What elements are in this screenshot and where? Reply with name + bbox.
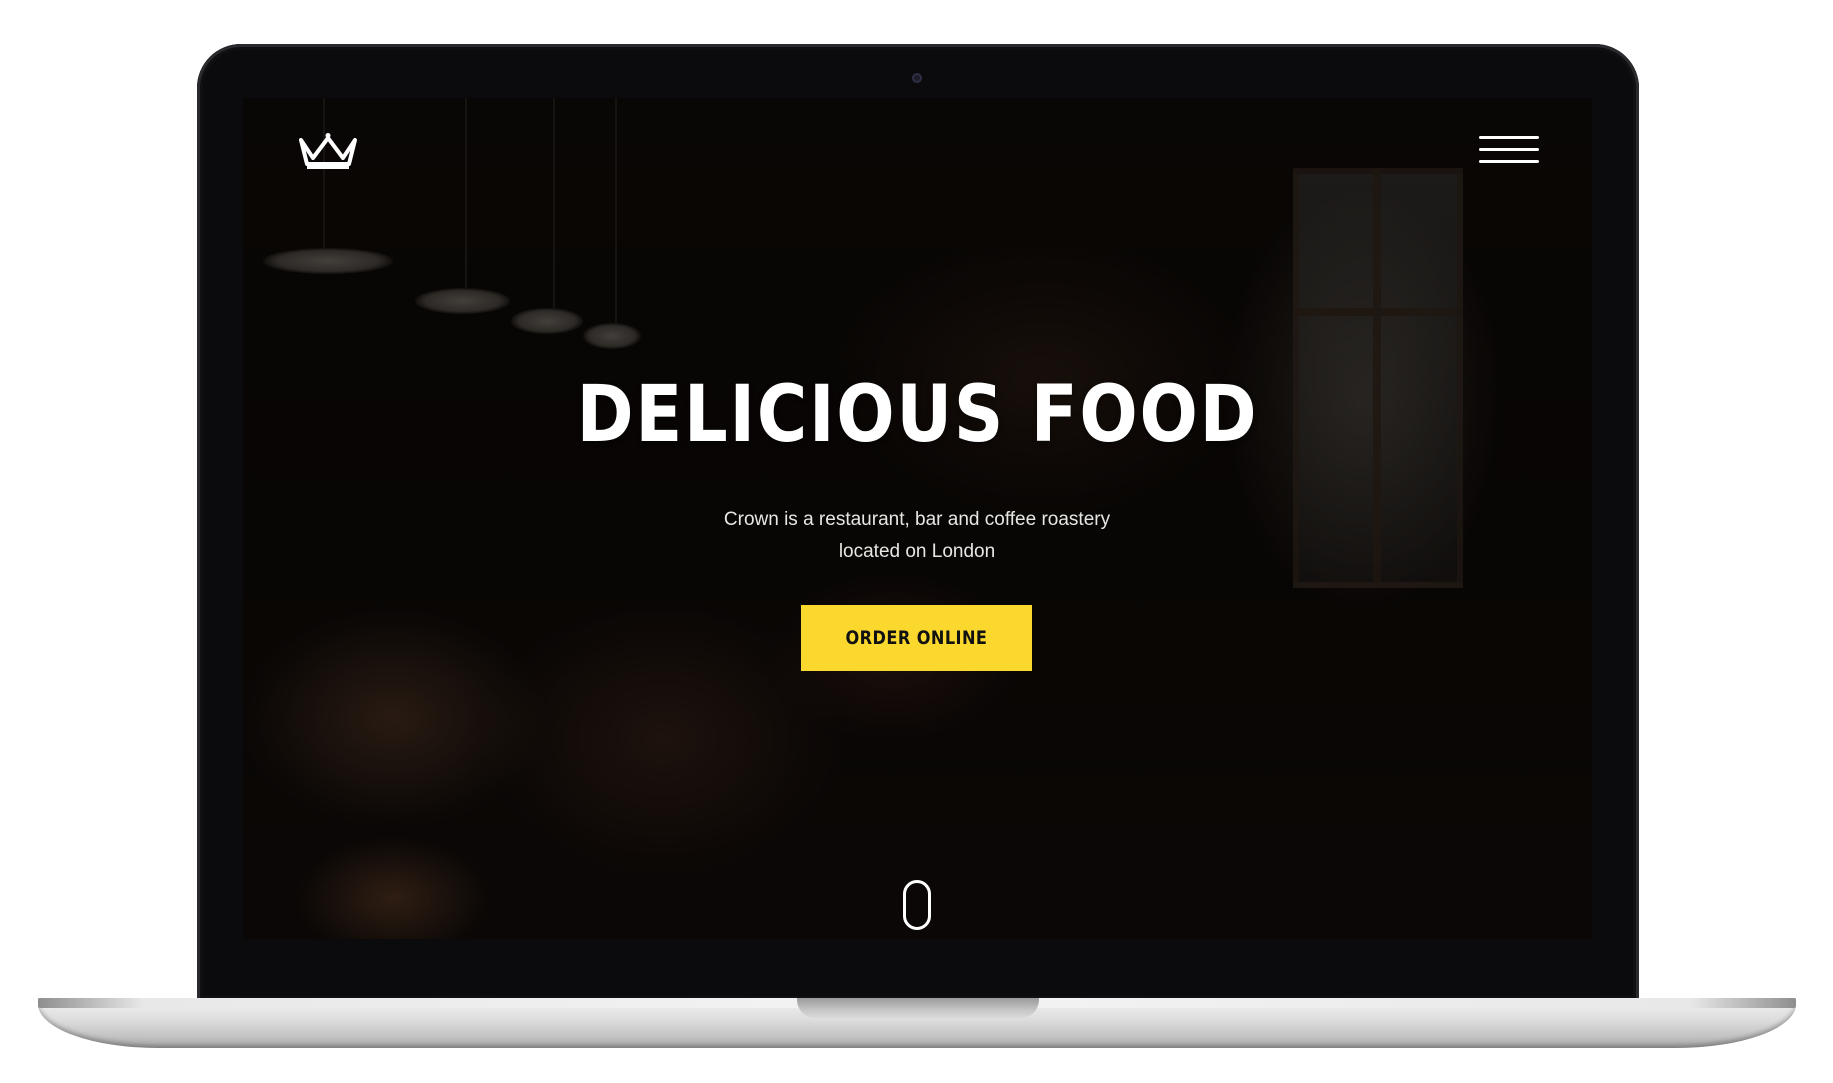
website-screen: DELICIOUS FOOD Crown is a restaurant, ba… [243,98,1592,939]
hero-subtitle: Crown is a restaurant, bar and coffee ro… [723,509,1111,562]
camera-icon [912,73,922,83]
hamburger-menu-icon[interactable] [1479,134,1539,168]
laptop-mockup: DELICIOUS FOOD Crown is a restaurant, ba… [0,0,1833,1083]
hero-title: DELICIOUS FOOD [576,370,1259,460]
order-online-button[interactable]: ORDER ONLINE [801,605,1032,671]
menu-line [1479,148,1539,151]
menu-line [1479,160,1539,163]
menu-line [1479,136,1539,139]
mouse-scroll-icon[interactable] [903,880,931,930]
order-online-label: ORDER ONLINE [845,627,988,649]
crown-icon[interactable] [297,132,359,172]
laptop-notch [797,998,1039,1018]
